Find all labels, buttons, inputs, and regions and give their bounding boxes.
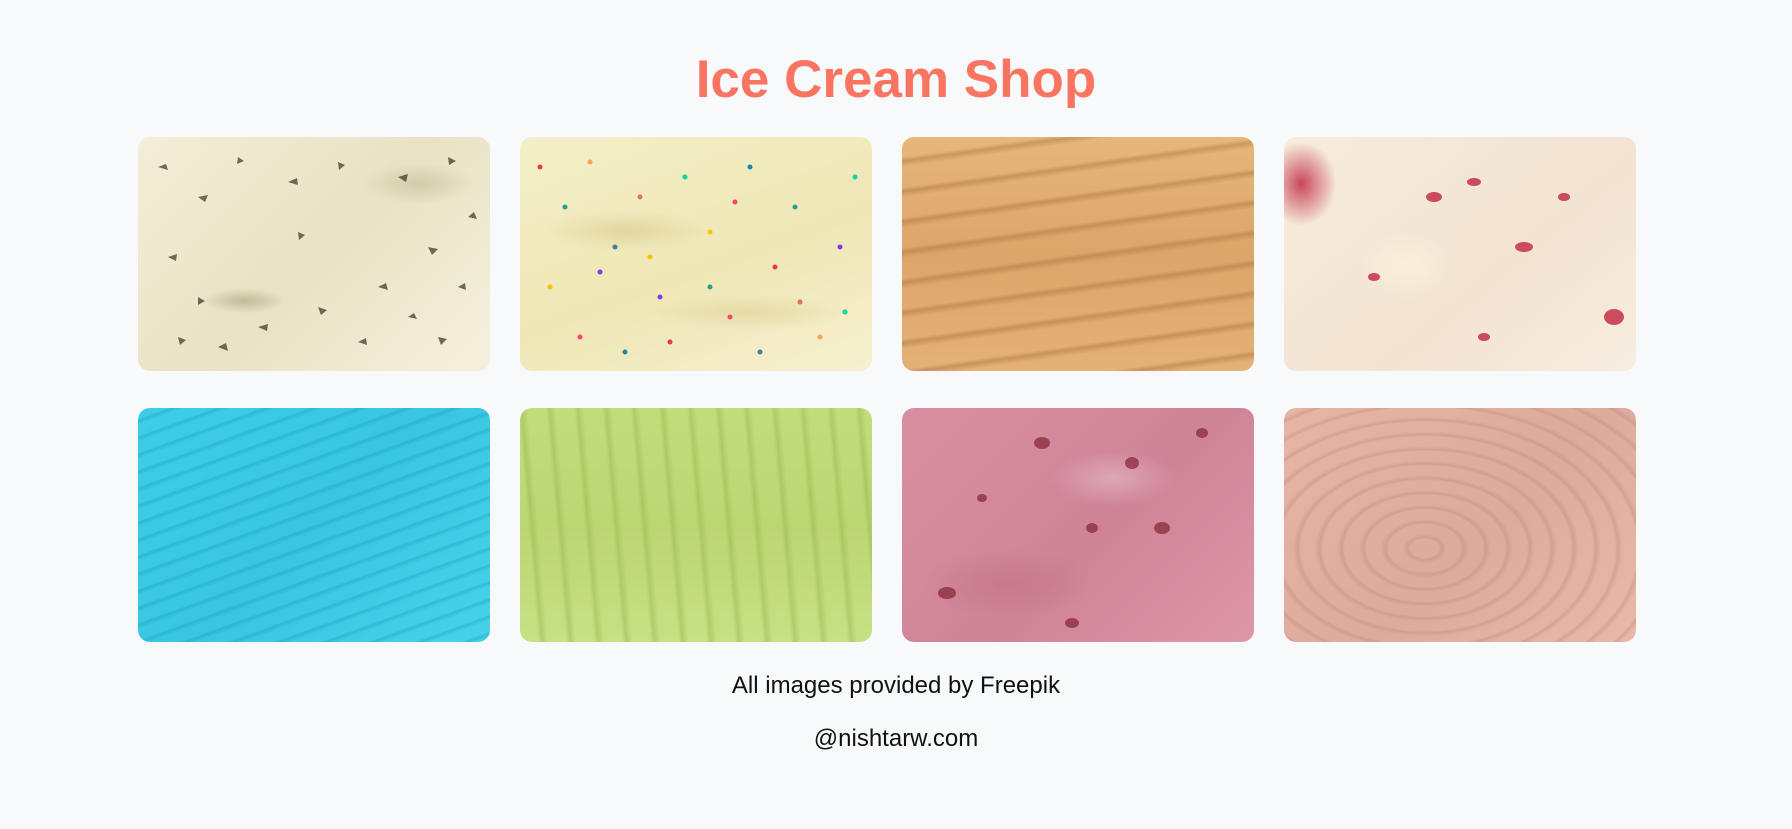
texture	[520, 408, 872, 642]
texture	[902, 137, 1254, 371]
ice-cream-gallery	[138, 137, 1639, 642]
sprinkles-overlay	[537, 159, 858, 355]
berry-pieces-overlay	[938, 428, 1208, 628]
cherry-pieces-overlay	[1368, 178, 1624, 341]
gallery-image-blue[interactable]	[138, 408, 490, 642]
image-credit-text: All images provided by Freepik	[731, 672, 1061, 699]
page-title: Ice Cream Shop	[695, 50, 1097, 109]
gallery-image-raspberry-ripple[interactable]	[902, 408, 1254, 642]
gallery-image-pistachio[interactable]	[520, 408, 872, 642]
gallery-image-caramel[interactable]	[902, 137, 1254, 371]
gallery-image-strawberry[interactable]	[1284, 408, 1636, 642]
gallery-image-cookies-and-cream[interactable]	[138, 137, 490, 371]
site-handle-text: @nishtarw.com	[813, 725, 979, 752]
gallery-image-sprinkles[interactable]	[520, 137, 872, 371]
texture	[1284, 408, 1636, 642]
gallery-image-cherry-vanilla[interactable]	[1284, 137, 1636, 371]
texture	[138, 408, 490, 642]
cookie-chunks-overlay	[158, 157, 477, 351]
